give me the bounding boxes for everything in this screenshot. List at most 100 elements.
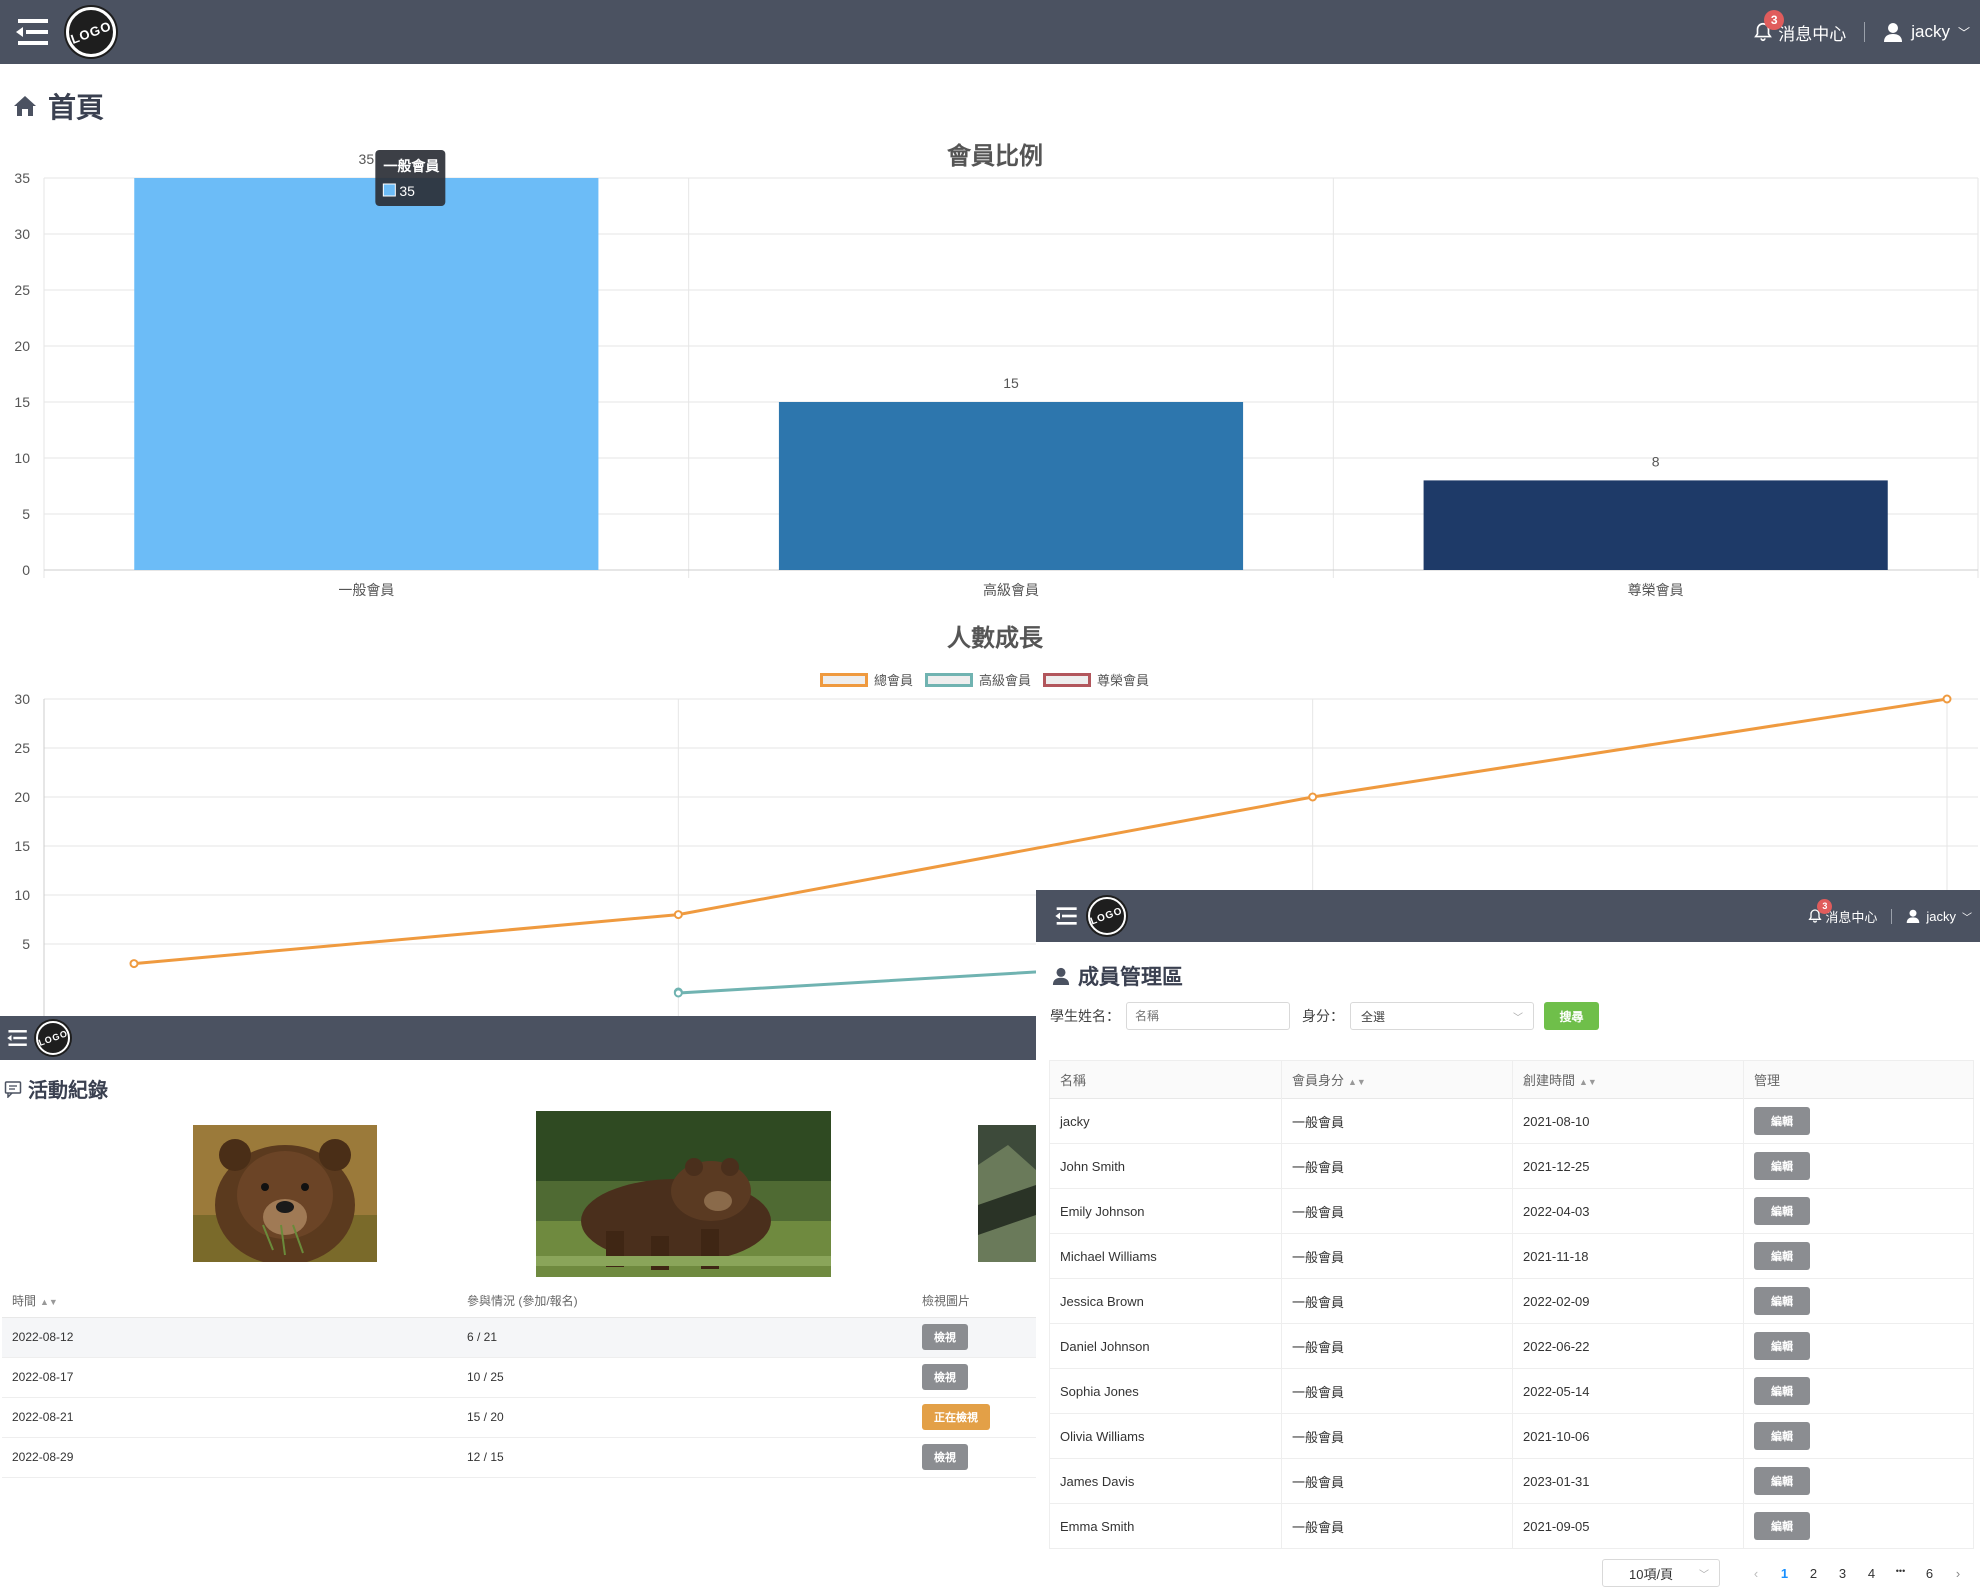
edit-button[interactable]: 編輯	[1754, 1377, 1810, 1405]
bear-photo-1[interactable]	[193, 1125, 377, 1262]
menu-toggle-icon[interactable]	[14, 17, 50, 47]
row-name: Sophia Jones	[1049, 1368, 1282, 1414]
y-tick-label: 15	[14, 394, 30, 410]
row-action-cell: 編輯	[1744, 1279, 1974, 1324]
username: jacky	[1926, 908, 1956, 924]
ellipsis-icon[interactable]: •••	[1886, 1566, 1915, 1581]
pagination: 10項/頁 ﹀ ‹ 1 2 3 4 ••• 6 ›	[1602, 1559, 1972, 1587]
role-select[interactable]: 全選 ﹀	[1350, 1002, 1534, 1030]
edit-button[interactable]: 編輯	[1754, 1152, 1810, 1180]
y-tick-label: 20	[14, 338, 30, 354]
bar	[134, 178, 599, 570]
row-role: 一般會員	[1281, 1413, 1513, 1459]
table-row: James Davis 一般會員 2023-01-31 編輯	[1049, 1458, 1974, 1504]
logo[interactable]: LOGO	[36, 1021, 70, 1055]
column-header-name: 名稱	[1049, 1060, 1282, 1099]
edit-button[interactable]: 編輯	[1754, 1332, 1810, 1360]
x-tick-label: 一般會員	[338, 582, 394, 598]
bar	[1423, 480, 1888, 570]
row-date: 2022-08-17	[12, 1370, 74, 1384]
username: jacky	[1911, 22, 1950, 41]
view-button[interactable]: 檢視	[922, 1324, 968, 1350]
line-chart-title: 人數成長	[947, 625, 1043, 652]
row-created: 2021-09-05	[1512, 1503, 1744, 1549]
notifications-button[interactable]: 3 消息中心	[1807, 898, 1878, 926]
page-number[interactable]: 6	[1915, 1566, 1944, 1581]
edit-button[interactable]: 編輯	[1754, 1242, 1810, 1270]
column-header-created[interactable]: 創建時間 ▲▼	[1512, 1060, 1744, 1099]
row-participation: 6 / 21	[467, 1330, 498, 1344]
name-input[interactable]	[1126, 1002, 1290, 1030]
chevron-down-icon: ﹀	[1957, 25, 1970, 40]
row-date: 2022-08-12	[12, 1330, 74, 1344]
edit-button[interactable]: 編輯	[1754, 1107, 1810, 1135]
search-button[interactable]: 搜尋	[1544, 1002, 1599, 1030]
logo[interactable]: LOGO	[66, 7, 116, 57]
row-role: 一般會員	[1281, 1233, 1513, 1279]
bear-photo-2[interactable]	[536, 1111, 831, 1277]
column-header-manage: 管理	[1754, 1073, 1781, 1088]
y-tick-label: 20	[14, 789, 30, 805]
user-icon	[1052, 967, 1070, 985]
role-select-value: 全選	[1361, 1009, 1386, 1024]
row-name: Emily Johnson	[1049, 1188, 1282, 1234]
table-header-row: 名稱 會員身分 ▲▼ 創建時間 ▲▼ 管理	[1049, 1060, 1974, 1099]
table-row: Olivia Williams 一般會員 2021-10-06 編輯	[1049, 1413, 1974, 1459]
page-header: 首頁	[12, 86, 104, 126]
members-header: 成員管理區	[1052, 961, 1183, 991]
sort-icon[interactable]: ▲▼	[40, 1297, 58, 1307]
search-bar: 學生姓名： 身分： 全選 ﹀ 搜尋	[1050, 1002, 1599, 1030]
row-action-cell: 編輯	[1744, 1414, 1974, 1459]
row-action-cell: 正在檢視	[912, 1397, 1036, 1437]
members-navbar: LOGO 3 消息中心 jacky ﹀	[1036, 890, 1980, 942]
sort-icon[interactable]: ▲▼	[1348, 1077, 1366, 1087]
menu-toggle-icon[interactable]	[6, 1028, 28, 1048]
page-number[interactable]: 2	[1799, 1566, 1828, 1581]
page-number[interactable]: 3	[1828, 1566, 1857, 1581]
prev-page-icon[interactable]: ‹	[1742, 1566, 1770, 1581]
sort-icon[interactable]: ▲▼	[1579, 1077, 1597, 1087]
row-action-cell: 檢視	[912, 1317, 1036, 1357]
table-row: Emma Smith 一般會員 2021-09-05 編輯	[1049, 1503, 1974, 1549]
data-point	[129, 959, 139, 969]
row-role: 一般會員	[1281, 1188, 1513, 1234]
edit-button[interactable]: 編輯	[1754, 1422, 1810, 1450]
edit-button[interactable]: 編輯	[1754, 1512, 1810, 1540]
top-navbar: LOGO 3 消息中心 jacky ﹀	[0, 0, 1980, 64]
landscape-photo-3[interactable]	[978, 1125, 1036, 1262]
members-panel: LOGO 3 消息中心 jacky ﹀ 成員管理區 學生姓名： 身分： 全選 ﹀	[1036, 890, 1980, 1596]
column-header-date[interactable]: 時間 ▲▼	[2, 1285, 457, 1317]
page-size-select[interactable]: 10項/頁 ﹀	[1602, 1559, 1720, 1587]
y-tick-label: 10	[14, 450, 30, 466]
chevron-down-icon: ﹀	[1962, 912, 1972, 924]
view-button[interactable]: 檢視	[922, 1364, 968, 1390]
edit-button[interactable]: 編輯	[1754, 1467, 1810, 1495]
y-tick-label: 0	[22, 562, 30, 578]
page-number[interactable]: 4	[1857, 1566, 1886, 1581]
user-menu[interactable]: jacky ﹀	[1883, 22, 1970, 42]
activity-header: 活動紀錄	[4, 1074, 108, 1103]
view-button[interactable]: 檢視	[922, 1444, 968, 1470]
bar-value-label: 8	[1652, 453, 1660, 469]
page-list: 1 2 3 4 ••• 6	[1770, 1566, 1944, 1581]
table-row: 2022-08-17 10 / 25 檢視	[2, 1357, 1036, 1397]
notifications-button[interactable]: 3 消息中心	[1752, 9, 1846, 45]
edit-button[interactable]: 編輯	[1754, 1287, 1810, 1315]
row-name: James Davis	[1049, 1458, 1282, 1504]
column-header-role[interactable]: 會員身分 ▲▼	[1281, 1060, 1513, 1099]
name-label: 學生姓名：	[1050, 1008, 1120, 1024]
edit-button[interactable]: 編輯	[1754, 1197, 1810, 1225]
menu-toggle-icon[interactable]	[1054, 905, 1078, 927]
row-action-cell: 編輯	[1744, 1369, 1974, 1414]
user-menu[interactable]: jacky ﹀	[1906, 909, 1972, 924]
logo[interactable]: LOGO	[1088, 897, 1126, 935]
page-number[interactable]: 1	[1770, 1566, 1799, 1581]
activity-panel: LOGO 活動紀錄 時間 ▲▼ 參與情況 (參加/報名) 檢視圖片 2022-0…	[0, 1016, 1036, 1596]
activity-table: 時間 ▲▼ 參與情況 (參加/報名) 檢視圖片 2022-08-12 6 / 21 檢…	[2, 1285, 1036, 1478]
y-tick-label: 30	[14, 691, 30, 707]
members-title: 成員管理區	[1078, 966, 1183, 989]
page-title: 首頁	[48, 92, 105, 123]
viewing-button[interactable]: 正在檢視	[922, 1404, 990, 1430]
messages-label: 消息中心	[1825, 909, 1878, 925]
next-page-icon[interactable]: ›	[1944, 1566, 1972, 1581]
